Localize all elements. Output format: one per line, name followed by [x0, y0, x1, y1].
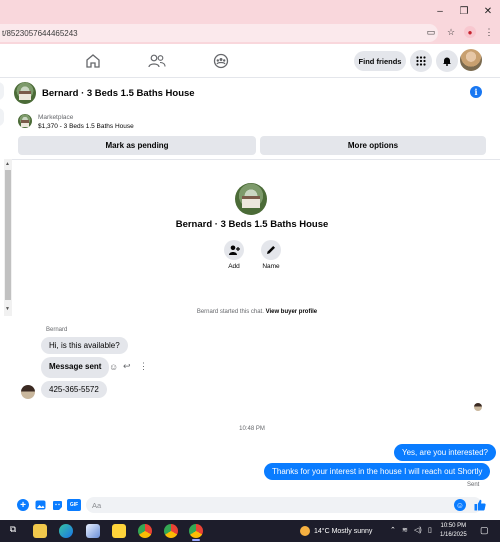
app-icon[interactable] [86, 524, 100, 538]
sticker-icon[interactable] [51, 499, 63, 511]
minimize-button[interactable]: – [428, 0, 452, 22]
find-friends-button[interactable]: Find friends [354, 51, 406, 71]
chat-started-text: Bernard started this chat. [196, 309, 264, 315]
sender-avatar[interactable] [21, 385, 35, 399]
marketplace-label: Marketplace [38, 114, 74, 121]
install-app-icon[interactable]: ▭ [424, 25, 438, 39]
incoming-message[interactable]: 425-365-5572 [41, 381, 107, 398]
name-label: Name [262, 263, 280, 270]
browser-title-bar: – ❐ ✕ [0, 0, 500, 22]
left-panel-item[interactable] [0, 108, 4, 126]
browser-profile-icon[interactable]: ● [464, 26, 476, 38]
mark-as-pending-button[interactable]: Mark as pending [18, 136, 256, 155]
edit-name-pencil-icon[interactable] [261, 240, 281, 260]
clock-date: 1/16/2025 [440, 532, 467, 538]
react-emoji-icon[interactable]: ☺ [109, 362, 118, 372]
home-icon[interactable] [84, 52, 102, 70]
notifications-bell-icon[interactable] [436, 50, 458, 72]
network-icon[interactable]: ≋ [402, 526, 408, 534]
url-field[interactable]: t/8523057644465243 [0, 24, 438, 42]
sun-icon [300, 526, 310, 536]
weather-text: 14°C Mostly sunny [314, 527, 373, 535]
scroll-down-icon[interactable]: ▼ [5, 306, 10, 312]
weather-widget[interactable]: 14°C Mostly sunny [300, 526, 372, 536]
battery-icon[interactable]: ▯ [428, 526, 432, 534]
chrome-icon[interactable] [138, 524, 152, 538]
edge-browser-icon[interactable] [59, 524, 73, 538]
windows-taskbar: ⧉ 14°C Mostly sunny ⌃ ≋ ◁) ▯ 10:50 PM 1/… [0, 520, 500, 542]
emoji-icon[interactable]: ☺ [454, 499, 466, 511]
chrome-icon[interactable] [164, 524, 178, 538]
file-explorer-icon[interactable] [33, 524, 47, 538]
message-more-icon[interactable]: ⋮ [139, 361, 148, 372]
system-clock[interactable]: 10:50 PM 1/16/2025 [440, 522, 467, 540]
seen-avatar [474, 403, 482, 411]
facebook-top-nav: Find friends [0, 44, 500, 78]
info-icon[interactable]: i [470, 86, 482, 98]
volume-icon[interactable]: ◁) [414, 526, 422, 534]
reply-icon[interactable]: ↩ [123, 361, 131, 372]
profile-card-name: Bernard · 3 Beds 1.5 Baths House [175, 219, 329, 230]
photo-icon[interactable] [34, 499, 46, 511]
view-buyer-profile-link[interactable]: View buyer profile [266, 309, 318, 315]
clock-time: 10:50 PM [440, 523, 467, 529]
incoming-message[interactable]: Message sent [41, 357, 110, 378]
chat-thread: Bernard · 3 Beds 1.5 Baths House Add Nam… [12, 159, 500, 493]
listing-price-title: $1,370 - 3 Beds 1.5 Baths House [38, 123, 134, 130]
browser-menu-icon[interactable]: ⋮ [482, 25, 496, 39]
left-panel-item[interactable] [0, 82, 4, 100]
conversation-header: Bernard · 3 Beds 1.5 Baths House i [14, 80, 496, 106]
chat-scrollbar-thumb[interactable] [5, 170, 11, 300]
close-button[interactable]: ✕ [476, 0, 500, 22]
tray-chevron-icon[interactable]: ⌃ [390, 526, 396, 534]
outgoing-message[interactable]: Thanks for your interest in the house I … [264, 463, 491, 480]
address-bar: t/8523057644465243 ▭ ☆ ● ⋮ [0, 22, 500, 44]
listing-thumbnail [18, 114, 32, 128]
account-avatar[interactable] [460, 49, 482, 71]
sticky-notes-icon[interactable] [112, 524, 126, 538]
message-input[interactable]: Aa [86, 497, 482, 513]
more-actions-plus-icon[interactable]: + [17, 499, 29, 511]
message-composer: + GIF Aa ☺ [12, 494, 500, 516]
chat-started-notice: Bernard started this chat. View buyer pr… [152, 309, 362, 315]
chrome-icon[interactable] [189, 524, 203, 538]
bookmark-star-icon[interactable]: ☆ [444, 25, 458, 39]
gif-button[interactable]: GIF [67, 499, 81, 511]
scroll-up-icon[interactable]: ▲ [5, 161, 10, 167]
like-thumb-icon[interactable] [474, 499, 486, 511]
url-text: t/8523057644465243 [2, 28, 78, 38]
profile-card-avatar[interactable] [235, 183, 267, 215]
message-timestamp: 10:48 PM [239, 426, 265, 432]
add-label: Add [228, 263, 240, 270]
friends-icon[interactable] [148, 52, 166, 70]
conversation-title[interactable]: Bernard · 3 Beds 1.5 Baths House [42, 88, 195, 99]
marketplace-listing-card[interactable]: Marketplace $1,370 - 3 Beds 1.5 Baths Ho… [18, 112, 488, 134]
listing-avatar[interactable] [14, 82, 36, 104]
task-view-icon[interactable]: ⧉ [6, 524, 20, 538]
menu-grid-icon[interactable] [410, 50, 432, 72]
restore-button[interactable]: ❐ [452, 0, 476, 22]
more-options-button[interactable]: More options [260, 136, 486, 155]
outgoing-message[interactable]: Yes, are you interested? [394, 444, 496, 461]
add-friend-icon[interactable] [224, 240, 244, 260]
sent-status: Sent [467, 482, 480, 488]
notification-center-icon[interactable]: ▢ [480, 525, 489, 536]
incoming-message[interactable]: Hi, is this available? [41, 337, 128, 354]
active-app-indicator [192, 539, 200, 541]
groups-icon[interactable] [212, 52, 230, 70]
sender-name: Bernard [46, 327, 68, 333]
